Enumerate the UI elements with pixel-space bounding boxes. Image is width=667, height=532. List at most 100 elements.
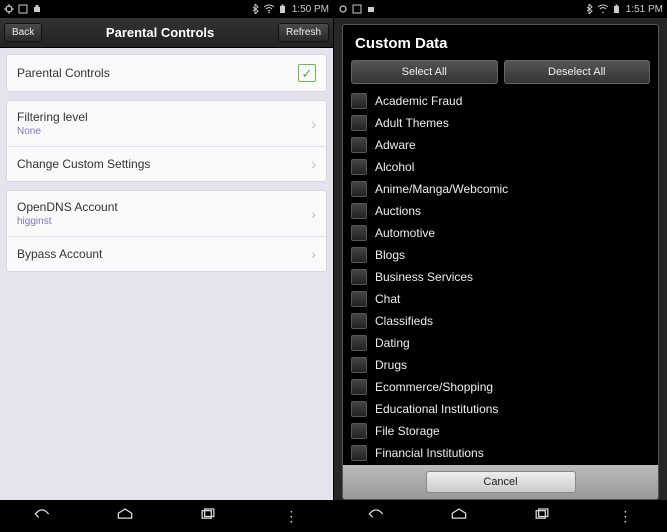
category-item[interactable]: Anime/Manga/Webcomic: [351, 178, 650, 200]
category-label: Business Services: [375, 270, 473, 284]
modal-title: Custom Data: [343, 25, 658, 60]
deselect-all-button[interactable]: Deselect All: [504, 60, 651, 84]
select-all-button[interactable]: Select All: [351, 60, 498, 84]
checkbox-icon[interactable]: [351, 115, 367, 131]
settings-list: Parental Controls✓ Filtering levelNone›C…: [0, 48, 333, 500]
category-item[interactable]: Auctions: [351, 200, 650, 222]
row-title: OpenDNS Account: [17, 200, 311, 214]
checkbox-icon[interactable]: [351, 379, 367, 395]
category-label: Chat: [375, 292, 400, 306]
back-nav-icon[interactable]: [22, 507, 62, 526]
recent-nav-icon[interactable]: [188, 507, 228, 526]
category-item[interactable]: Educational Institutions: [351, 398, 650, 420]
phone-left: 1:50 PM Back Parental Controls Refresh P…: [0, 0, 333, 532]
category-item[interactable]: Academic Fraud: [351, 90, 650, 112]
category-list[interactable]: Academic Fraud Adult Themes Adware Alcohol A…: [343, 90, 658, 465]
checkbox-icon[interactable]: [351, 137, 367, 153]
recent-nav-icon[interactable]: [522, 507, 562, 526]
phone-right: 1:51 PM Custom Data Select All Deselect …: [334, 0, 667, 532]
chevron-right-icon: ›: [311, 206, 316, 222]
category-item[interactable]: Business Services: [351, 266, 650, 288]
modal-overlay: Custom Data Select All Deselect All Acad…: [334, 18, 667, 500]
page-title: Parental Controls: [42, 25, 278, 40]
row-title: Filtering level: [17, 110, 311, 124]
home-nav-icon[interactable]: [439, 507, 479, 526]
status-icon: [352, 4, 362, 14]
category-label: Alcohol: [375, 160, 414, 174]
android-navbar: ⋮: [334, 500, 667, 532]
category-item[interactable]: Dating: [351, 332, 650, 354]
status-icon: [338, 4, 348, 14]
status-icon: [366, 4, 376, 14]
home-nav-icon[interactable]: [105, 507, 145, 526]
checkbox-icon[interactable]: [351, 159, 367, 175]
status-bar-right: 1:51 PM: [334, 0, 667, 18]
battery-icon: [278, 4, 288, 14]
checkbox-icon[interactable]: [351, 313, 367, 329]
row-text: Parental Controls: [17, 66, 298, 80]
row-text: Bypass Account: [17, 247, 311, 261]
checkbox-icon[interactable]: [351, 225, 367, 241]
checkbox-icon[interactable]: [351, 401, 367, 417]
checkbox-icon[interactable]: [351, 357, 367, 373]
settings-group: Filtering levelNone›Change Custom Settin…: [6, 100, 327, 182]
refresh-button[interactable]: Refresh: [278, 23, 329, 42]
category-item[interactable]: Adult Themes: [351, 112, 650, 134]
category-item[interactable]: Chat: [351, 288, 650, 310]
chevron-right-icon: ›: [311, 156, 316, 172]
row-text: Change Custom Settings: [17, 157, 311, 171]
status-icon: [4, 4, 14, 14]
category-item[interactable]: Ecommerce/Shopping: [351, 376, 650, 398]
settings-row[interactable]: Parental Controls✓: [7, 55, 326, 91]
wifi-icon: [264, 4, 274, 14]
android-navbar: ⋮: [0, 500, 333, 532]
settings-row[interactable]: Filtering level None›: [7, 101, 326, 147]
settings-group: OpenDNS Accounthigginst›Bypass Account›: [6, 190, 327, 272]
category-label: Academic Fraud: [375, 94, 462, 108]
checkbox-icon[interactable]: [351, 445, 367, 461]
category-item[interactable]: File Storage: [351, 420, 650, 442]
category-item[interactable]: Blogs: [351, 244, 650, 266]
bluetooth-icon: [584, 4, 594, 14]
category-label: Blogs: [375, 248, 405, 262]
checkbox-icon[interactable]: [351, 291, 367, 307]
settings-row[interactable]: Change Custom Settings›: [7, 147, 326, 181]
category-label: File Storage: [375, 424, 440, 438]
back-button[interactable]: Back: [4, 23, 42, 42]
menu-nav-icon[interactable]: ⋮: [605, 508, 645, 525]
status-icon: [18, 4, 28, 14]
row-subtitle: higginst: [17, 216, 311, 227]
category-label: Adware: [375, 138, 416, 152]
checkbox-icon[interactable]: [351, 335, 367, 351]
category-item[interactable]: Adware: [351, 134, 650, 156]
category-item[interactable]: Classifieds: [351, 310, 650, 332]
category-label: Automotive: [375, 226, 435, 240]
category-item[interactable]: Alcohol: [351, 156, 650, 178]
chevron-right-icon: ›: [311, 246, 316, 262]
checkbox-icon[interactable]: ✓: [298, 64, 316, 82]
modal-footer: Cancel: [343, 465, 658, 499]
wifi-icon: [598, 4, 608, 14]
checkbox-icon[interactable]: [351, 93, 367, 109]
checkbox-icon[interactable]: [351, 203, 367, 219]
category-label: Financial Institutions: [375, 446, 484, 460]
chevron-right-icon: ›: [311, 116, 316, 132]
settings-row[interactable]: Bypass Account›: [7, 237, 326, 271]
cancel-button[interactable]: Cancel: [426, 471, 576, 493]
row-subtitle: None: [17, 126, 311, 137]
status-icon: [32, 4, 42, 14]
menu-nav-icon[interactable]: ⋮: [271, 508, 311, 525]
settings-group: Parental Controls✓: [6, 54, 327, 92]
category-item[interactable]: Drugs: [351, 354, 650, 376]
checkbox-icon[interactable]: [351, 181, 367, 197]
back-nav-icon[interactable]: [356, 507, 396, 526]
checkbox-icon[interactable]: [351, 269, 367, 285]
checkbox-icon[interactable]: [351, 423, 367, 439]
category-label: Drugs: [375, 358, 407, 372]
checkbox-icon[interactable]: [351, 247, 367, 263]
row-title: Bypass Account: [17, 247, 311, 261]
category-item[interactable]: Financial Institutions: [351, 442, 650, 464]
category-item[interactable]: Automotive: [351, 222, 650, 244]
settings-row[interactable]: OpenDNS Account higginst›: [7, 191, 326, 237]
status-time: 1:50 PM: [292, 4, 329, 15]
